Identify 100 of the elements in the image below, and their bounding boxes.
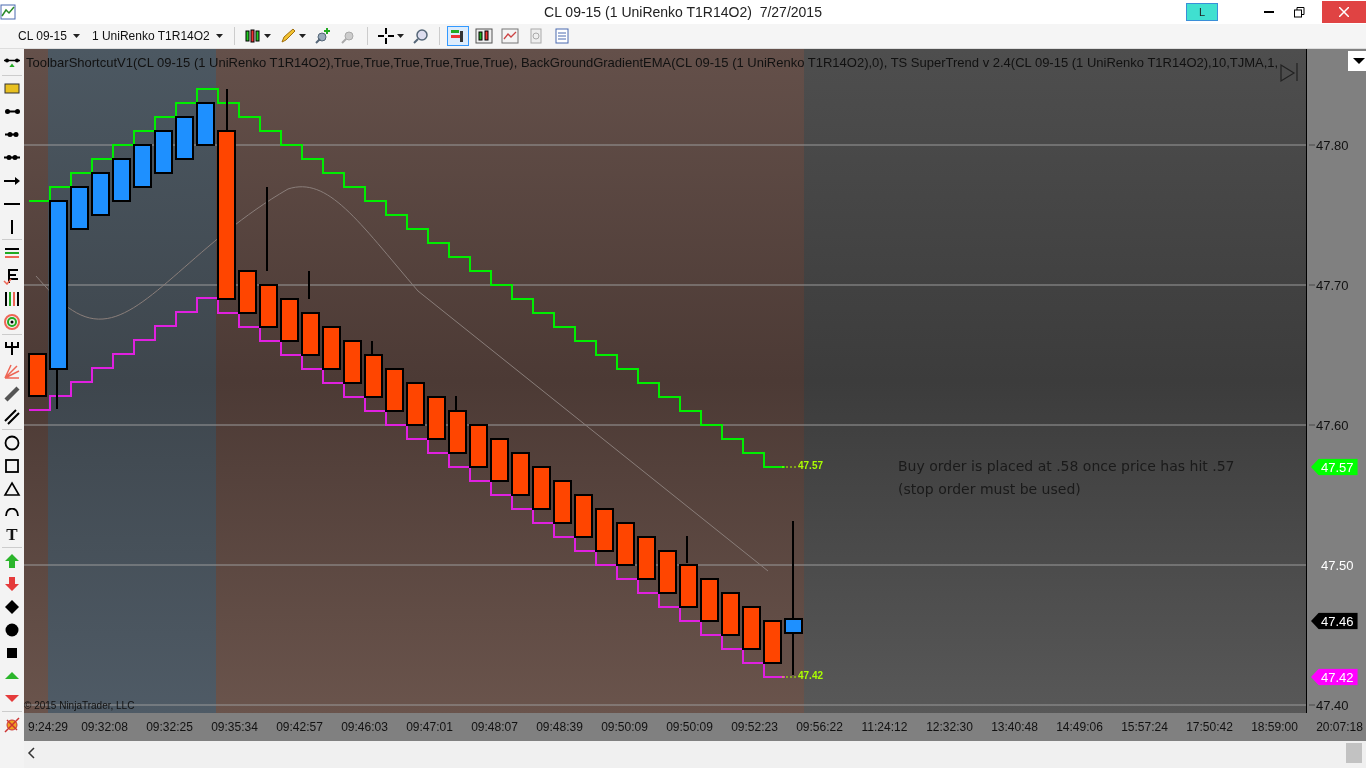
candle-body [322,326,341,370]
candle-body [679,564,698,608]
time-tick-label: 17:50:42 [1185,720,1234,734]
crosshair-icon [376,27,395,45]
time-tick-label: 09:50:09 [665,720,714,734]
price-tick-label: 47.40 [1309,697,1349,713]
candle-body [112,158,131,202]
diamond-icon [3,597,21,616]
time-tick-label: 09:46:03 [340,720,389,734]
candle-body [448,410,467,454]
candle-body [616,522,635,566]
caret-icon [298,34,306,38]
candle-body [343,340,362,384]
price-marker: 47.42 [1311,668,1358,686]
copyright-text: © 2015 NinjaTrader, LLC [24,700,135,711]
fibonacci-icon [3,266,21,285]
minimize-icon [1264,11,1274,13]
candle-wick [455,395,457,412]
play-icon [1280,62,1298,83]
time-tick-label: 09:32:08 [80,720,129,734]
candle-body [763,620,782,664]
order-panel-button[interactable] [446,26,469,46]
diagonal-lines-icon [3,407,21,426]
time-tick-label: 09:48:39 [535,720,584,734]
square-icon [3,456,21,475]
candle-body [238,270,257,314]
candle-body [280,298,299,342]
satellite-icon [3,715,21,734]
time-tick-label: 09:50:09 [600,720,649,734]
candle-body [70,186,89,230]
line-dots-icon [4,57,20,68]
price-marker: 47.46 [1311,612,1358,630]
candle-body [91,172,110,216]
parallel-lines-icon [5,247,19,258]
line-segment-icon [4,109,20,114]
price-tick-label: 47.60 [1309,417,1349,433]
triangle-icon [3,479,21,498]
candle-body [721,592,740,636]
close-icon [1339,7,1349,17]
candle-wick [56,368,58,410]
candle-body [154,130,173,174]
time-tick-label: 09:42:57 [275,720,324,734]
price-line-label: 47.42 [798,670,824,681]
candle-body [700,578,719,622]
time-tick-label: 13:40:48 [990,720,1039,734]
bar-type-dropdown[interactable]: 1 UniRenko T1R14O2 [87,29,227,43]
caret-icon [72,34,80,38]
dashed-line [781,676,797,678]
time-tick-label: 12:32:30 [925,720,974,734]
time-tick-label: 11:24:12 [860,720,909,734]
time-tick-label: 09:52:23 [730,720,779,734]
price-tick-label: 47.70 [1309,277,1349,293]
price-marker: 47.57 [1311,458,1358,476]
candle-body [595,508,614,552]
square-fill-icon [7,647,17,658]
candle-body [28,353,47,397]
time-tick-label: 09:32:25 [145,720,194,734]
time-tick-label: 09:47:01 [405,720,454,734]
triangle-up-icon [5,672,19,679]
time-tick-label: 09:56:22 [795,720,844,734]
candle-body [196,102,215,146]
candle-body [427,396,446,440]
pin-plus-icon [313,27,332,45]
circle-icon [3,433,21,452]
candle-body [133,144,152,188]
instrument-dropdown[interactable]: CL 09-15 [14,29,84,43]
magnifier-icon [411,27,430,45]
line-chart-button[interactable] [498,26,521,46]
arc-icon [5,507,19,516]
candles-icon [243,27,262,45]
candle-body [385,368,404,412]
time-tick-label: 14:49:06 [1055,720,1104,734]
window-title: CL 09-15 (1 UniRenko T1R14O2) 7/27/2015 [544,4,822,20]
candle-body [637,536,656,580]
candle-wick [308,270,310,300]
time-tick-label: 9:24:29 [26,720,69,734]
down-arrow-icon [3,574,21,593]
channel-icon [3,384,21,403]
time-tick-label: 09:48:07 [470,720,519,734]
scroll-down-button[interactable] [1348,51,1366,71]
candle-body [469,424,488,468]
close-button[interactable] [1322,1,1366,23]
candle-body [574,494,593,538]
candle-wick [686,535,688,564]
time-tick-label: 18:59:00 [1250,720,1299,734]
ray-icon [5,132,19,137]
scroll-thumb[interactable] [1346,743,1362,763]
extended-line-icon [4,155,20,160]
caret-icon [396,34,404,38]
time-tick-label: 15:57:24 [1120,720,1169,734]
account-badge[interactable]: L [1186,3,1218,21]
ruler-icon [4,83,20,94]
candle-body [511,452,530,496]
candlestick-button[interactable] [472,26,495,46]
candle-body [553,480,572,524]
candle-wick [226,88,228,132]
vertical-bars-icon [3,289,21,308]
time-tick-label: 20:07:18 [1315,720,1364,734]
candlestick-icon [474,27,493,45]
text-tool-button[interactable]: T [0,523,24,546]
